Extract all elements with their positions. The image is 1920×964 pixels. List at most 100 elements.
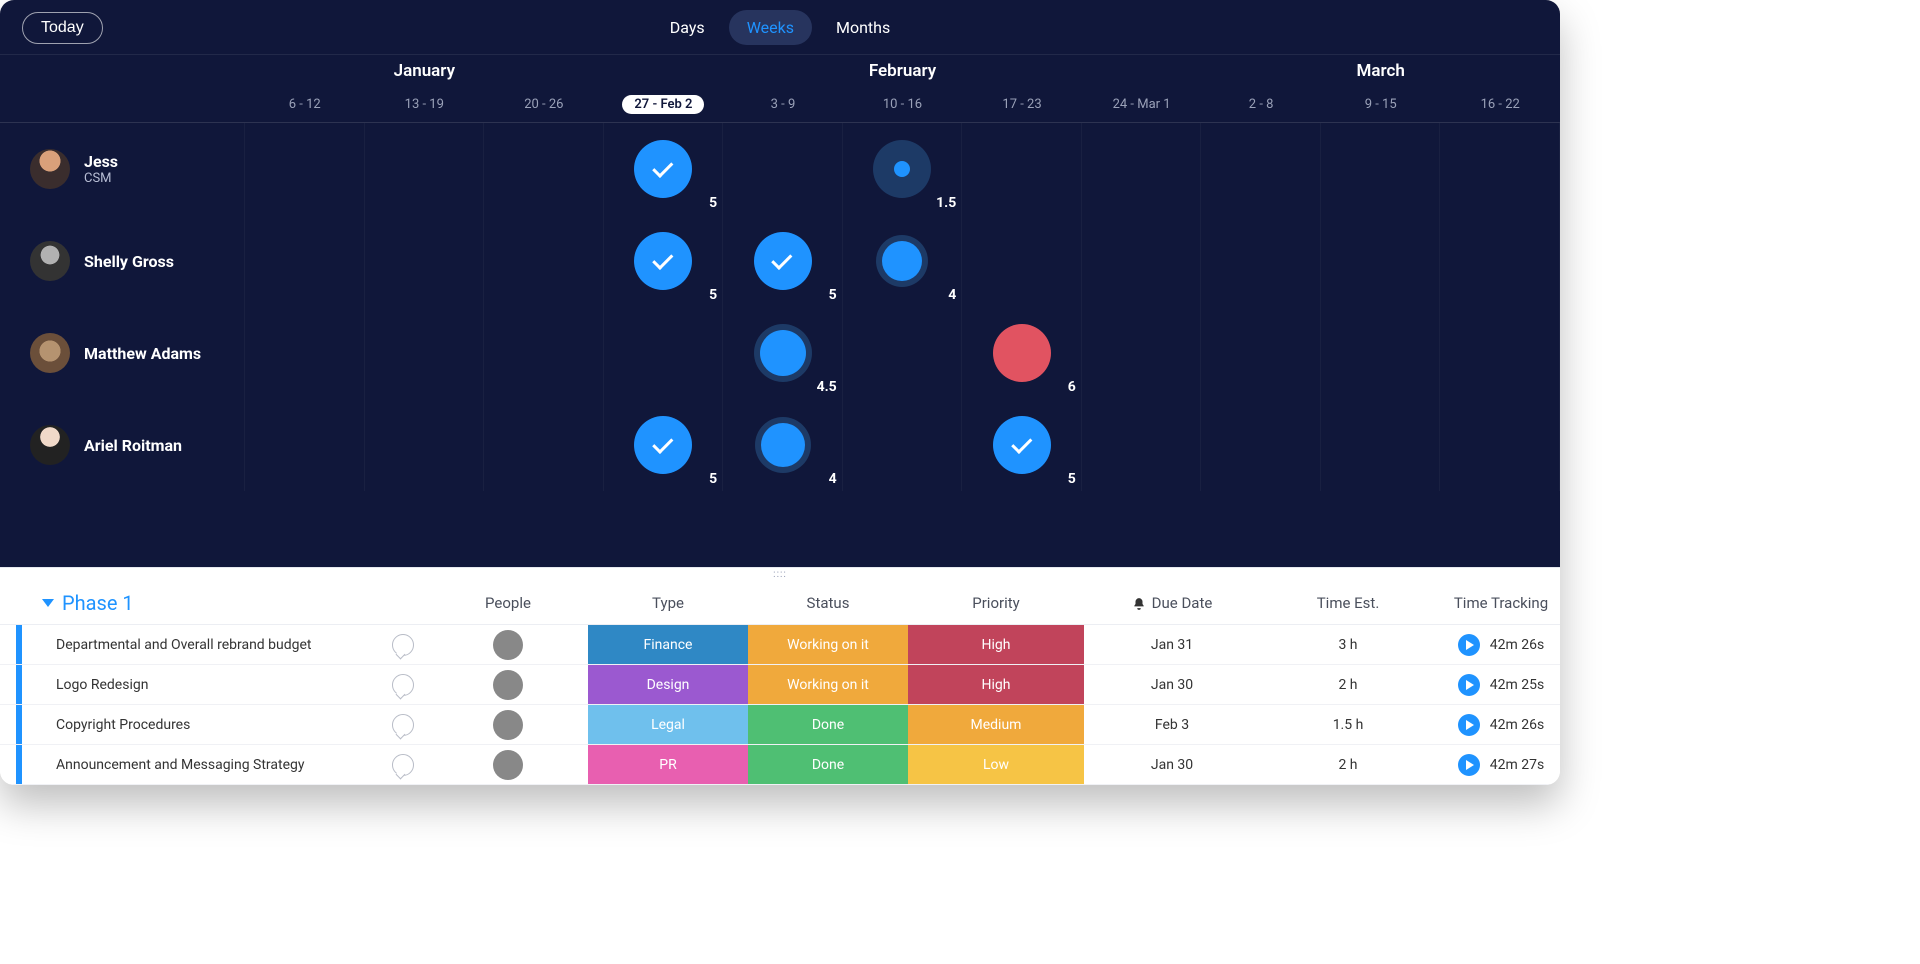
type-cell[interactable]: PR <box>588 745 748 785</box>
type-cell[interactable]: Finance <box>588 625 748 665</box>
col-status[interactable]: Status <box>748 594 908 612</box>
person-cell[interactable]: JessCSM <box>0 149 245 189</box>
today-button[interactable]: Today <box>22 12 103 44</box>
workload-bubble[interactable] <box>754 324 812 382</box>
person-cell[interactable]: Matthew Adams <box>0 333 245 373</box>
person-cell[interactable]: Ariel Roitman <box>0 425 245 465</box>
col-priority[interactable]: Priority <box>908 594 1084 612</box>
workload-bubble[interactable] <box>634 416 692 474</box>
workload-cell[interactable]: 4 <box>723 399 843 491</box>
play-icon[interactable] <box>1458 634 1480 656</box>
person-cell[interactable]: Shelly Gross <box>0 241 245 281</box>
panel-splitter[interactable]: :::: <box>0 567 1560 581</box>
week-header-cell[interactable]: 20 - 26 <box>484 97 604 112</box>
workload-cell <box>245 123 365 215</box>
week-header-cell[interactable]: 13 - 19 <box>365 97 485 112</box>
chat-icon[interactable] <box>392 754 414 776</box>
time-est-cell[interactable]: 1.5 h <box>1260 705 1436 745</box>
table-row[interactable]: Announcement and Messaging Strategy PRDon… <box>0 745 1560 785</box>
status-cell[interactable]: Done <box>748 705 908 745</box>
priority-cell[interactable]: Medium <box>908 705 1084 745</box>
workload-bubble[interactable] <box>754 232 812 290</box>
time-est-cell[interactable]: 2 h <box>1260 665 1436 705</box>
people-cell[interactable] <box>428 705 588 745</box>
play-icon[interactable] <box>1458 674 1480 696</box>
type-cell-pill: PR <box>588 745 748 784</box>
table-row[interactable]: Departmental and Overall rebrand budget F… <box>0 625 1560 665</box>
workload-bubble[interactable] <box>755 417 811 473</box>
workload-cell[interactable]: 5 <box>723 215 843 307</box>
time-tracking-cell[interactable]: 42m 26s <box>1436 625 1560 665</box>
time-est-cell[interactable]: 3 h <box>1260 625 1436 665</box>
phase-toggle[interactable]: Phase 1 <box>38 591 134 615</box>
type-cell[interactable]: Design <box>588 665 748 705</box>
col-time-est[interactable]: Time Est. <box>1260 594 1436 612</box>
workload-bubble[interactable] <box>876 235 928 287</box>
status-cell[interactable]: Working on it <box>748 625 908 665</box>
status-cell[interactable]: Working on it <box>748 665 908 705</box>
status-cell-pill: Working on it <box>748 665 908 704</box>
type-cell[interactable]: Legal <box>588 705 748 745</box>
week-header-cell[interactable]: 24 - Mar 1 <box>1082 97 1202 112</box>
workload-cell[interactable]: 4 <box>843 215 963 307</box>
col-time-tracking[interactable]: Time Tracking <box>1436 594 1560 612</box>
time-tracking-cell[interactable]: 42m 25s <box>1436 665 1560 705</box>
status-cell-pill: Done <box>748 745 908 784</box>
status-cell[interactable]: Done <box>748 745 908 785</box>
workload-cell[interactable]: 1.5 <box>843 123 963 215</box>
workload-cell[interactable]: 5 <box>604 123 724 215</box>
workload-cell[interactable]: 5 <box>604 215 724 307</box>
time-tracking-cell[interactable]: 42m 26s <box>1436 705 1560 745</box>
task-name-cell[interactable]: Departmental and Overall rebrand budget <box>38 625 428 665</box>
priority-cell[interactable]: High <box>908 665 1084 705</box>
view-days[interactable]: Days <box>670 18 705 37</box>
workload-cell[interactable]: 5 <box>604 399 724 491</box>
avatar <box>30 241 70 281</box>
workload-bubble[interactable] <box>634 232 692 290</box>
play-icon[interactable] <box>1458 754 1480 776</box>
due-date-cell[interactable]: Jan 30 <box>1084 665 1260 705</box>
workload-cell <box>1082 307 1202 399</box>
week-header-cell[interactable]: 3 - 9 <box>723 97 843 112</box>
week-header-cell[interactable]: 16 - 22 <box>1440 97 1560 112</box>
table-row[interactable]: Copyright Procedures LegalDoneMediumFeb 3… <box>0 705 1560 745</box>
people-cell[interactable] <box>428 665 588 705</box>
col-due-date[interactable]: Due Date <box>1084 594 1260 612</box>
priority-cell[interactable]: Low <box>908 745 1084 785</box>
week-header-cell[interactable]: 17 - 23 <box>962 97 1082 112</box>
workload-cell[interactable]: 6 <box>962 307 1082 399</box>
workload-cell[interactable]: 4.5 <box>723 307 843 399</box>
workload-cell[interactable]: 5 <box>962 399 1082 491</box>
week-header-cell[interactable]: 9 - 15 <box>1321 97 1441 112</box>
week-header-cell[interactable]: 6 - 12 <box>245 97 365 112</box>
workload-value: 1.5 <box>936 195 956 211</box>
week-header-cell[interactable]: 10 - 16 <box>843 97 963 112</box>
people-cell[interactable] <box>428 625 588 665</box>
workload-bubble[interactable] <box>634 140 692 198</box>
view-months[interactable]: Months <box>836 18 890 37</box>
priority-cell[interactable]: High <box>908 625 1084 665</box>
time-est-cell[interactable]: 2 h <box>1260 745 1436 785</box>
play-icon[interactable] <box>1458 714 1480 736</box>
chat-icon[interactable] <box>392 674 414 696</box>
col-people[interactable]: People <box>428 594 588 612</box>
due-date-cell[interactable]: Jan 30 <box>1084 745 1260 785</box>
task-name-cell[interactable]: Logo Redesign <box>38 665 428 705</box>
table-row[interactable]: Logo Redesign DesignWorking on itHighJan … <box>0 665 1560 705</box>
time-tracking-cell[interactable]: 42m 27s <box>1436 745 1560 785</box>
task-name-cell[interactable]: Copyright Procedures <box>38 705 428 745</box>
workload-bubble[interactable] <box>993 416 1051 474</box>
chat-icon[interactable] <box>392 634 414 656</box>
workload-cell <box>1321 399 1441 491</box>
people-cell[interactable] <box>428 745 588 785</box>
workload-bubble[interactable] <box>993 324 1051 382</box>
chat-icon[interactable] <box>392 714 414 736</box>
due-date-cell[interactable]: Feb 3 <box>1084 705 1260 745</box>
col-type[interactable]: Type <box>588 594 748 612</box>
due-date-cell[interactable]: Jan 31 <box>1084 625 1260 665</box>
week-header-cell[interactable]: 27 - Feb 2 <box>604 95 724 114</box>
week-header-cell[interactable]: 2 - 8 <box>1201 97 1321 112</box>
view-weeks[interactable]: Weeks <box>729 10 812 45</box>
task-name-cell[interactable]: Announcement and Messaging Strategy <box>38 745 428 785</box>
workload-bubble[interactable] <box>873 140 931 198</box>
